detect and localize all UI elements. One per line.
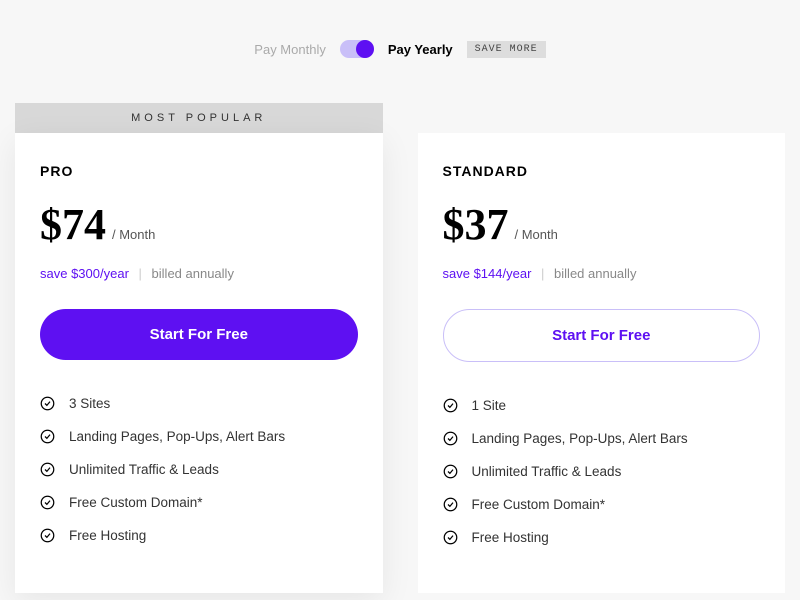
pay-monthly-label[interactable]: Pay Monthly (254, 42, 326, 57)
pro-feature-1: Landing Pages, Pop-Ups, Alert Bars (69, 429, 285, 444)
most-popular-ribbon: MOST POPULAR (15, 103, 383, 133)
list-item: Free Custom Domain* (40, 495, 358, 510)
standard-per-month: / Month (515, 227, 558, 242)
pricing-cards: MOST POPULAR PRO $74 / Month save $300/y… (0, 103, 800, 593)
check-icon (40, 429, 55, 444)
pro-price: $74 (40, 199, 106, 250)
check-icon (40, 528, 55, 543)
standard-feature-2: Unlimited Traffic & Leads (472, 464, 622, 479)
standard-billed-text: billed annually (554, 266, 636, 281)
standard-price: $37 (443, 199, 509, 250)
standard-card: STANDARD $37 / Month save $144/year | bi… (418, 133, 786, 593)
standard-card-wrap: STANDARD $37 / Month save $144/year | bi… (418, 103, 786, 593)
check-icon (443, 431, 458, 446)
pro-price-row: $74 / Month (40, 199, 358, 250)
check-icon (443, 530, 458, 545)
ribbon-placeholder (418, 103, 786, 133)
pro-feature-4: Free Hosting (69, 528, 146, 543)
pro-savings-row: save $300/year | billed annually (40, 266, 358, 281)
toggle-knob (356, 40, 374, 58)
save-more-badge: SAVE MORE (467, 41, 546, 58)
list-item: Landing Pages, Pop-Ups, Alert Bars (443, 431, 761, 446)
standard-feature-0: 1 Site (472, 398, 507, 413)
check-icon (40, 396, 55, 411)
billing-toggle-row: Pay Monthly Pay Yearly SAVE MORE (0, 0, 800, 103)
pro-plan-name: PRO (40, 163, 358, 179)
list-item: Landing Pages, Pop-Ups, Alert Bars (40, 429, 358, 444)
pro-billed-text: billed annually (152, 266, 234, 281)
billing-toggle-switch[interactable] (340, 40, 374, 58)
pro-card-wrap: MOST POPULAR PRO $74 / Month save $300/y… (15, 103, 383, 593)
list-item: Unlimited Traffic & Leads (40, 462, 358, 477)
pro-feature-0: 3 Sites (69, 396, 110, 411)
standard-feature-1: Landing Pages, Pop-Ups, Alert Bars (472, 431, 688, 446)
list-item: 1 Site (443, 398, 761, 413)
list-item: 3 Sites (40, 396, 358, 411)
standard-price-row: $37 / Month (443, 199, 761, 250)
check-icon (443, 398, 458, 413)
list-item: Free Custom Domain* (443, 497, 761, 512)
check-icon (443, 497, 458, 512)
check-icon (40, 495, 55, 510)
standard-feature-4: Free Hosting (472, 530, 549, 545)
divider: | (541, 266, 544, 281)
check-icon (40, 462, 55, 477)
list-item: Free Hosting (40, 528, 358, 543)
pay-yearly-label[interactable]: Pay Yearly (388, 42, 453, 57)
standard-save-text: save $144/year (443, 266, 532, 281)
pro-feature-2: Unlimited Traffic & Leads (69, 462, 219, 477)
check-icon (443, 464, 458, 479)
standard-start-free-button[interactable]: Start For Free (443, 309, 761, 362)
standard-savings-row: save $144/year | billed annually (443, 266, 761, 281)
list-item: Free Hosting (443, 530, 761, 545)
pro-per-month: / Month (112, 227, 155, 242)
pro-feature-3: Free Custom Domain* (69, 495, 203, 510)
standard-plan-name: STANDARD (443, 163, 761, 179)
pro-save-text: save $300/year (40, 266, 129, 281)
list-item: Unlimited Traffic & Leads (443, 464, 761, 479)
standard-feature-3: Free Custom Domain* (472, 497, 606, 512)
pro-card: PRO $74 / Month save $300/year | billed … (15, 133, 383, 593)
divider: | (139, 266, 142, 281)
pro-start-free-button[interactable]: Start For Free (40, 309, 358, 360)
